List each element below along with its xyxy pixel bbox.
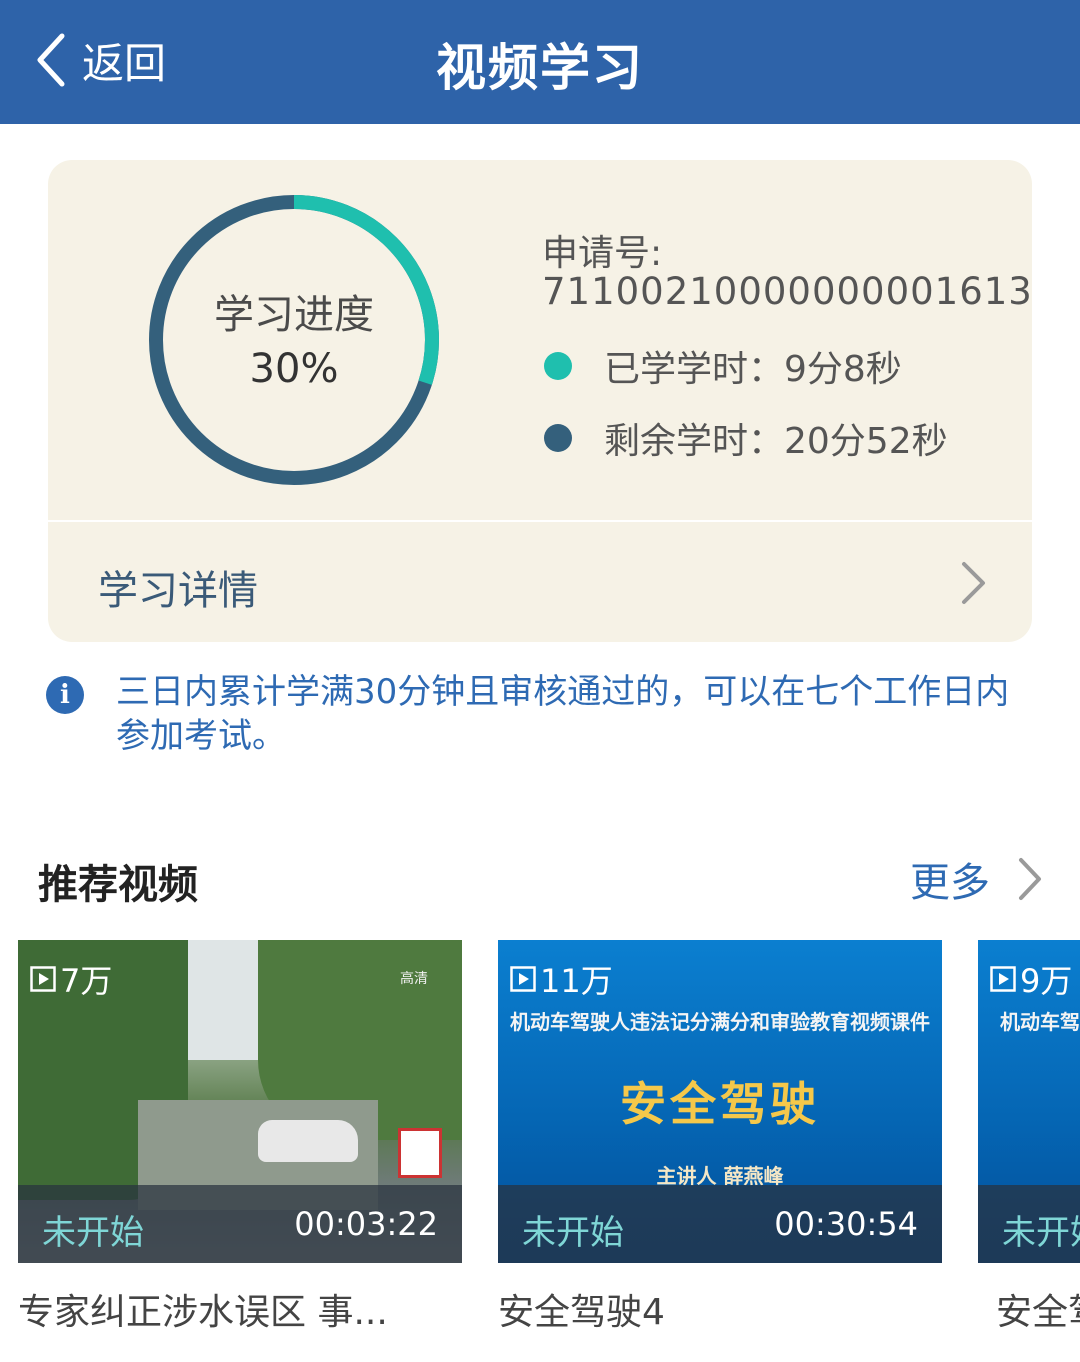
progress-value: 30% — [249, 346, 339, 392]
video-duration: 00:30:54 — [774, 1205, 918, 1243]
studied-time: 已学学时：9分8秒 — [604, 349, 902, 390]
play-icon — [510, 966, 536, 992]
video-status-bar: 未开始 — [978, 1185, 1080, 1263]
remaining-dot-icon — [544, 424, 572, 452]
studied-time-row: 已学学时：9分8秒 — [544, 342, 902, 390]
video-caption[interactable]: 专家纠正涉水误区 事... — [18, 1283, 462, 1335]
video-card[interactable]: 高清 7万 未开始 00:03:22 专家纠正涉水误区 事... — [18, 940, 462, 1335]
view-count: 11万 — [510, 956, 613, 1002]
play-icon — [30, 966, 56, 992]
thumbnail-title: 安全驾驶 — [620, 1077, 820, 1131]
thumbnail-subtitle: 机动车驾驶人违法记分满分和审验教育视频课件 — [510, 1010, 930, 1034]
video-thumbnail[interactable]: 11万 机动车驾驶人违法记分满分和审验教育视频课件 安全驾驶 主讲人 薛燕峰 未… — [498, 940, 942, 1263]
video-thumbnail[interactable]: 高清 7万 未开始 00:03:22 — [18, 940, 462, 1263]
progress-label: 学习进度 — [214, 292, 374, 338]
study-details-label: 学习详情 — [98, 568, 258, 614]
thumbnail-car — [258, 1120, 358, 1162]
remaining-time: 剩余学时：20分52秒 — [604, 421, 948, 462]
more-button[interactable]: 更多 — [910, 850, 1044, 908]
chevron-right-icon — [962, 562, 985, 604]
study-progress-card: 学习进度 30% 申请号: 71100210000000001613 已学学时：… — [48, 160, 1032, 642]
video-caption[interactable]: 安全驾驶4 — [498, 1283, 942, 1335]
progress-ring — [149, 195, 439, 485]
view-count-value: 7万 — [60, 962, 113, 1000]
play-icon — [990, 966, 1016, 992]
video-status-bar: 未开始 00:03:22 — [18, 1185, 462, 1263]
application-number-label: 申请号: — [542, 233, 663, 274]
video-status: 未开始 — [522, 1213, 624, 1253]
video-duration: 00:03:22 — [294, 1205, 438, 1243]
notice-text: 三日内累计学满30分钟且审核通过的，可以在七个工作日内参加考试。 — [116, 672, 1010, 756]
info-icon: i — [46, 676, 84, 714]
qr-code-image — [398, 1128, 442, 1178]
video-card[interactable]: 11万 机动车驾驶人违法记分满分和审验教育视频课件 安全驾驶 主讲人 薛燕峰 未… — [498, 940, 942, 1335]
top-app-bar: 返回 视频学习 — [0, 0, 1080, 124]
video-card[interactable]: 9万 机动车驾驶 未开始 安全驾 — [978, 940, 1080, 1335]
view-count: 7万 — [30, 956, 112, 1002]
video-status-bar: 未开始 00:30:54 — [498, 1185, 942, 1263]
application-number: 71100210000000001613 — [542, 270, 1033, 313]
view-count: 9万 — [990, 956, 1072, 1002]
study-details-row[interactable]: 学习详情 — [48, 522, 1032, 642]
thumbnail-subtitle: 机动车驾驶 — [1000, 1010, 1080, 1034]
chevron-right-icon — [1019, 858, 1041, 900]
video-status: 未开始 — [1002, 1213, 1080, 1253]
page-title: 视频学习 — [436, 39, 644, 97]
video-thumbnail[interactable]: 9万 机动车驾驶 未开始 — [978, 940, 1080, 1263]
more-label: 更多 — [910, 860, 990, 906]
remaining-time-row: 剩余学时：20分52秒 — [544, 414, 948, 462]
video-status: 未开始 — [42, 1213, 144, 1253]
video-caption[interactable]: 安全驾 — [996, 1283, 1080, 1335]
section-title: 推荐视频 — [38, 862, 198, 908]
view-count-value: 11万 — [540, 962, 613, 1000]
hd-badge: 高清 — [400, 971, 428, 987]
studied-dot-icon — [544, 352, 572, 380]
view-count-value: 9万 — [1020, 962, 1073, 1000]
